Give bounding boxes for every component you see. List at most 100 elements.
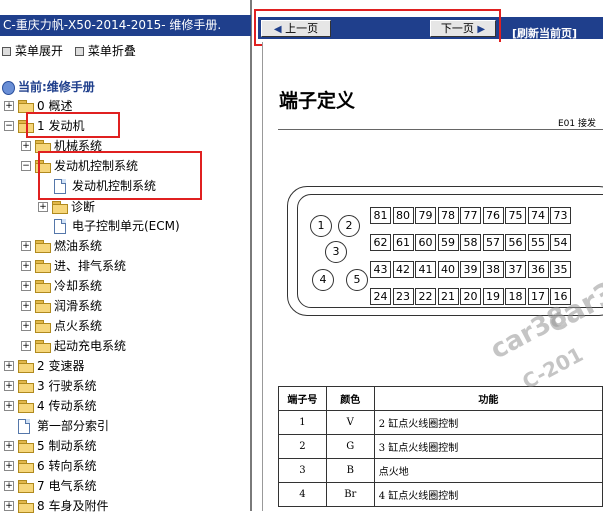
table-row: 1 V 2 缸点火线圈控制	[278, 410, 603, 435]
table-header-row: 端子号 颜色 功能	[278, 386, 603, 411]
cell-terminal: 3	[278, 458, 327, 483]
square-pin: 42	[392, 261, 414, 278]
collapse-all-button[interactable]: 菜单折叠	[74, 44, 140, 58]
tree-item-lubrication[interactable]: + 润滑系统	[2, 296, 242, 316]
prev-page-button[interactable]: ◀ 上一页	[261, 20, 331, 37]
square-pin: 60	[415, 234, 436, 251]
tree-item-diagnosis[interactable]: + 诊断	[2, 197, 242, 217]
folder-icon	[18, 380, 34, 393]
tree-item-engine[interactable]: − 1 发动机	[2, 116, 242, 136]
document-icon	[18, 419, 30, 434]
expand-icon[interactable]: +	[21, 301, 31, 311]
expand-icon[interactable]: +	[4, 481, 14, 491]
cell-color: G	[325, 434, 375, 459]
square-pin: 21	[437, 288, 459, 305]
expand-icon[interactable]: +	[4, 101, 14, 111]
cell-color: Br	[325, 482, 375, 507]
tree-item-engine-control[interactable]: − 发动机控制系统	[2, 156, 242, 176]
tree-item-ignition[interactable]: + 点火系统	[2, 316, 242, 336]
expand-icon[interactable]: +	[4, 461, 14, 471]
tree-item-intake-exhaust[interactable]: + 进、排气系统	[2, 256, 242, 276]
expand-icon[interactable]: +	[21, 241, 31, 251]
cell-color: V	[325, 410, 375, 435]
expand-icon[interactable]: +	[4, 361, 14, 371]
round-pin: 3	[325, 241, 347, 263]
square-pin: 36	[527, 261, 549, 278]
tree-item-drivetrain[interactable]: + 4 传动系统	[2, 396, 242, 416]
tree-item-index[interactable]: 第一部分索引	[2, 416, 242, 436]
cell-function: 4 缸点火线圈控制	[373, 482, 603, 507]
tree-item-overview[interactable]: + 0 概述	[2, 96, 242, 116]
tree-item-cooling[interactable]: + 冷却系统	[2, 276, 242, 296]
square-pin: 24	[370, 288, 391, 305]
header-function: 功能	[373, 386, 603, 411]
square-pin: 79	[415, 207, 436, 224]
document-icon	[54, 219, 66, 234]
manual-title-bar: C-重庆力帆-X50-2014-2015- 维修手册.	[0, 15, 251, 36]
current-location: 当前:维修手册	[2, 78, 95, 95]
tree-item-electrical[interactable]: + 7 电气系统	[2, 476, 242, 496]
globe-icon	[2, 80, 15, 95]
folder-icon	[18, 100, 34, 113]
expand-icon[interactable]: +	[4, 501, 14, 511]
terminal-table: 端子号 颜色 功能 1 V 2 缸点火线圈控制 2 G 3 缸点火线圈控制 3 …	[278, 386, 603, 507]
folder-icon	[18, 460, 34, 473]
square-pin: 35	[550, 261, 571, 278]
square-pin: 16	[550, 288, 571, 305]
refresh-page-link[interactable]: [刷新当前页]	[512, 25, 577, 41]
expand-icon[interactable]: +	[21, 261, 31, 271]
folder-icon	[18, 500, 34, 513]
folder-icon	[18, 440, 34, 453]
expand-icon[interactable]: +	[4, 381, 14, 391]
folder-icon	[18, 480, 34, 493]
square-pin: 38	[482, 261, 504, 278]
square-pin: 59	[437, 234, 459, 251]
square-pin: 43	[370, 261, 391, 278]
tree-item-steering[interactable]: + 6 转向系统	[2, 456, 242, 476]
header-terminal: 端子号	[278, 386, 327, 411]
folder-icon	[18, 360, 34, 373]
folder-icon	[52, 201, 68, 214]
cell-function: 点火地	[373, 458, 603, 483]
tree-item-running-system[interactable]: + 3 行驶系统	[2, 376, 242, 396]
expand-icon[interactable]: +	[21, 341, 31, 351]
arrow-right-icon: ▶	[477, 24, 486, 35]
tree-item-transmission[interactable]: + 2 变速器	[2, 356, 242, 376]
tree-item-starting-charging[interactable]: + 起动充电系统	[2, 336, 242, 356]
table-row: 3 B 点火地	[278, 458, 603, 483]
collapse-icon[interactable]: −	[21, 161, 31, 171]
tree-item-engine-control-doc[interactable]: 发动机控制系统	[2, 176, 242, 196]
expand-icon[interactable]: +	[21, 321, 31, 331]
square-pin: 54	[550, 234, 571, 251]
square-pin: 74	[527, 207, 549, 224]
square-pin: 56	[505, 234, 526, 251]
square-pin: 77	[460, 207, 481, 224]
square-pin: 55	[527, 234, 549, 251]
expand-all-button[interactable]: 菜单展开	[2, 44, 67, 58]
folder-icon	[35, 140, 51, 153]
square-pin: 18	[505, 288, 526, 305]
tree-item-ecm[interactable]: 电子控制单元(ECM)	[2, 216, 242, 236]
tree-item-brake[interactable]: + 5 制动系统	[2, 436, 242, 456]
expand-icon[interactable]: +	[21, 141, 31, 151]
expand-icon[interactable]: +	[4, 441, 14, 451]
expand-icon[interactable]: +	[21, 281, 31, 291]
expand-icon[interactable]: +	[4, 401, 14, 411]
connector-label: E01 接发	[558, 119, 596, 129]
tree-item-fuel[interactable]: + 燃油系统	[2, 236, 242, 256]
tree-item-body[interactable]: + 8 车身及附件	[2, 496, 242, 516]
cell-terminal: 2	[278, 434, 327, 459]
square-pin: 73	[550, 207, 571, 224]
cell-color: B	[325, 458, 375, 483]
title-divider	[278, 129, 603, 130]
tree-item-mechanical[interactable]: + 机械系统	[2, 136, 242, 156]
square-pin: 23	[392, 288, 414, 305]
square-pin: 76	[482, 207, 504, 224]
folder-icon	[18, 400, 34, 413]
collapse-icon[interactable]: −	[4, 121, 14, 131]
table-row: 2 G 3 缸点火线圈控制	[278, 434, 603, 459]
square-pin: 61	[392, 234, 414, 251]
expand-icon[interactable]: +	[38, 202, 48, 212]
page-title: 端子定义	[279, 90, 356, 112]
next-page-button[interactable]: 下一页 ▶	[430, 20, 496, 37]
